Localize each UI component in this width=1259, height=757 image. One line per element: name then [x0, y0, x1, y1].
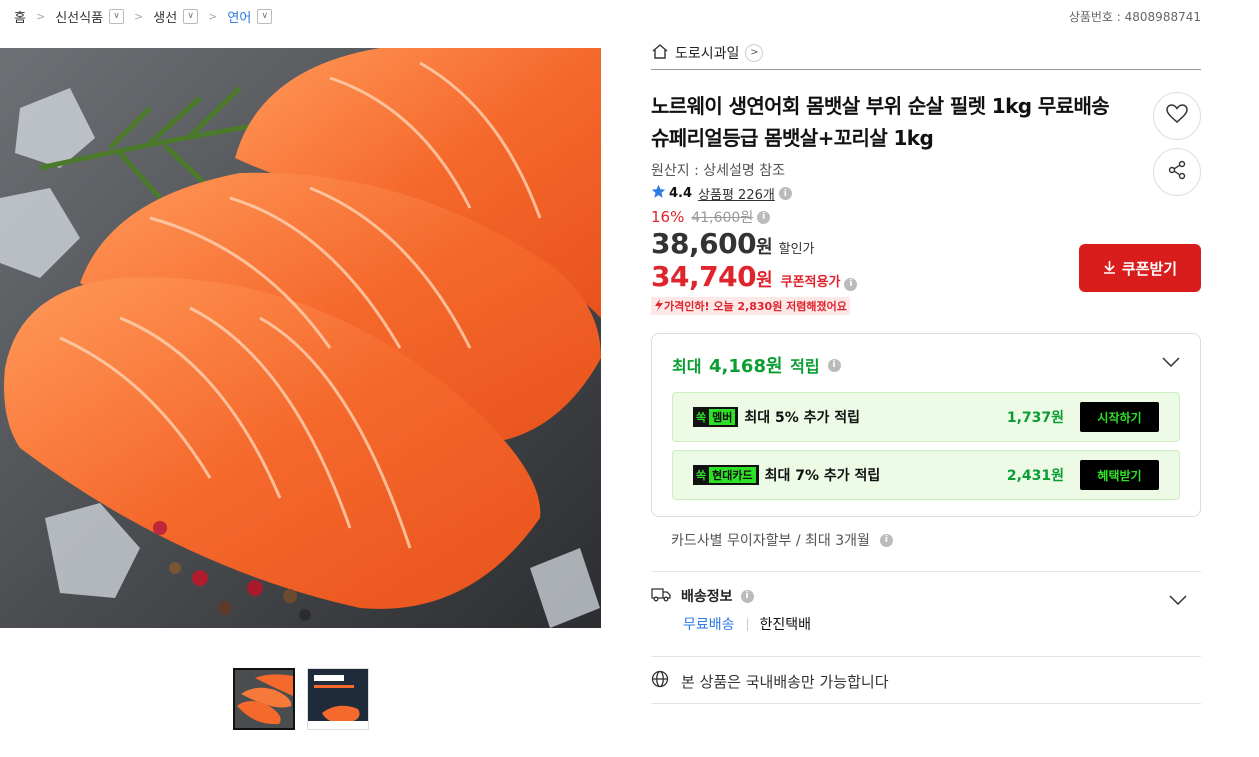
reward-tag: 쏙 멤버	[693, 407, 739, 427]
reward-tag: 쏙 현대카드	[693, 465, 759, 485]
tag-label: 멤버	[709, 409, 736, 425]
origin-info: 원산지 : 상세설명 참조	[651, 163, 785, 179]
chevron-down-icon[interactable]	[1162, 352, 1180, 371]
price-unit: 원	[756, 270, 773, 291]
price-drop-text: 가격인하! 오늘 2,830원 저렴해졌어요	[664, 300, 847, 313]
price-drop-badge: 가격인하! 오늘 2,830원 저렴해졌어요	[651, 297, 850, 315]
info-icon[interactable]: i	[827, 358, 841, 372]
breadcrumb-label: 생선	[153, 10, 178, 26]
installment-info: 카드사별 무이자할부 / 최대 3개월 i	[671, 530, 893, 550]
shipping-info: 배송정보 i 무료배송 한진택배	[651, 586, 1201, 656]
chevron-down-icon[interactable]: ∨	[109, 8, 125, 24]
heart-icon	[1166, 104, 1188, 128]
shipping-header: 배송정보 i	[651, 586, 1201, 606]
domestic-only-text: 본 상품은 국내배송만 가능합니다	[681, 672, 889, 691]
breadcrumb-item-fish[interactable]: 생선 ∨	[153, 7, 199, 26]
breadcrumb-label: 연어	[227, 10, 252, 26]
chevron-down-icon[interactable]	[1169, 590, 1187, 609]
rating-row: 4.4 상품평 226개 i	[651, 184, 1201, 203]
sale-price: 38,600	[651, 227, 757, 260]
star-icon	[651, 184, 666, 203]
divider	[651, 703, 1201, 704]
shipping-detail: 무료배송 한진택배	[683, 614, 1201, 634]
share-icon	[1167, 160, 1187, 184]
info-icon[interactable]: i	[757, 210, 771, 224]
coupon-button-label: 쿠폰받기	[1121, 260, 1178, 278]
divider	[746, 617, 748, 631]
tag-mark: 쏙	[696, 469, 707, 482]
breadcrumb: 홈 > 신선식품 ∨ > 생선 ∨ > 연어 ∨	[14, 6, 273, 26]
reward-prefix: 최대	[672, 357, 702, 376]
reward-amount: 4,168원	[709, 356, 783, 377]
rating-score: 4.4	[669, 186, 693, 201]
installment-text: 카드사별 무이자할부 / 최대 3개월	[671, 533, 870, 549]
globe-icon	[651, 670, 669, 692]
discount-rate: 16%	[651, 208, 685, 226]
product-info: 도로시과일 > 노르웨이 생연어회 몸뱃살 부위 순살 필렛 1kg 무료배송 …	[651, 36, 1201, 704]
reward-value: 1,737원	[1006, 410, 1064, 426]
thumbnail-1[interactable]	[233, 668, 295, 730]
download-icon	[1103, 260, 1116, 277]
coupon-price: 34,740	[651, 260, 757, 293]
reward-text: 최대 7% 추가 적립	[764, 468, 881, 484]
shipping-title: 배송정보	[681, 589, 733, 605]
wish-button[interactable]	[1153, 92, 1201, 140]
home-icon	[651, 43, 669, 63]
reward-row-card: 쏙 현대카드 최대 7% 추가 적립 2,431원 혜택받기	[672, 450, 1180, 500]
review-count-link[interactable]: 상품평 226개	[698, 184, 775, 203]
info-icon[interactable]: i	[740, 589, 754, 603]
share-button[interactable]	[1153, 148, 1201, 196]
divider	[651, 656, 1201, 657]
info-icon[interactable]: i	[778, 187, 792, 200]
chevron-down-icon[interactable]: ∨	[183, 8, 199, 24]
store-link[interactable]: 도로시과일 >	[651, 36, 1201, 70]
truck-icon	[651, 586, 671, 606]
price-unit: 원	[756, 237, 773, 258]
breadcrumb-home[interactable]: 홈	[14, 7, 26, 26]
info-icon[interactable]: i	[844, 277, 858, 291]
tag-label: 현대카드	[709, 467, 756, 483]
chevron-right-icon: >	[134, 9, 144, 23]
divider	[651, 571, 1201, 572]
reward-value: 2,431원	[1006, 468, 1064, 484]
start-member-button[interactable]: 시작하기	[1080, 402, 1159, 432]
free-shipping: 무료배송	[683, 617, 735, 633]
store-name: 도로시과일	[675, 45, 740, 62]
reward-suffix: 적립	[790, 357, 820, 376]
sale-price-label: 할인가	[778, 242, 815, 257]
tag-mark: 쏙	[696, 411, 707, 424]
lightning-icon	[654, 298, 664, 314]
product-number: 상품번호 : 4808988741	[1068, 10, 1201, 24]
breadcrumb-label: 신선식품	[55, 10, 104, 26]
info-icon[interactable]: i	[879, 533, 893, 547]
reward-text: 최대 5% 추가 적립	[744, 410, 861, 426]
reward-row-member: 쏙 멤버 최대 5% 추가 적립 1,737원 시작하기	[672, 392, 1180, 442]
breadcrumb-item-salmon[interactable]: 연어 ∨	[227, 7, 273, 26]
chevron-right-icon: >	[208, 9, 218, 23]
get-benefit-button[interactable]: 혜택받기	[1080, 460, 1159, 490]
discount-row: 16% 41,600원 i	[651, 207, 1201, 227]
thumbnail-list	[233, 668, 369, 730]
reward-summary: 최대 4,168원 적립 i	[672, 352, 841, 378]
domestic-only-notice: 본 상품은 국내배송만 가능합니다	[651, 670, 889, 692]
carrier-name: 한진택배	[759, 617, 812, 633]
chevron-right-icon: >	[35, 9, 46, 23]
coupon-download-button[interactable]: 쿠폰받기	[1079, 244, 1201, 292]
chevron-down-icon[interactable]: ∨	[257, 8, 273, 24]
product-title: 노르웨이 생연어회 몸뱃살 부위 순살 필렛 1kg 무료배송 슈페리얼등급 몸…	[651, 94, 1110, 150]
chevron-right-icon: >	[745, 43, 764, 62]
original-price: 41,600원	[691, 210, 754, 226]
product-main-image[interactable]	[0, 48, 601, 628]
coupon-price-label: 쿠폰적용가	[780, 275, 841, 290]
thumbnail-2[interactable]	[307, 668, 369, 730]
breadcrumb-item-fresh[interactable]: 신선식품 ∨	[55, 7, 125, 26]
reward-box: 최대 4,168원 적립 i 쏙 멤버 최대 5% 추가 적립 1,737원 시…	[651, 333, 1201, 517]
